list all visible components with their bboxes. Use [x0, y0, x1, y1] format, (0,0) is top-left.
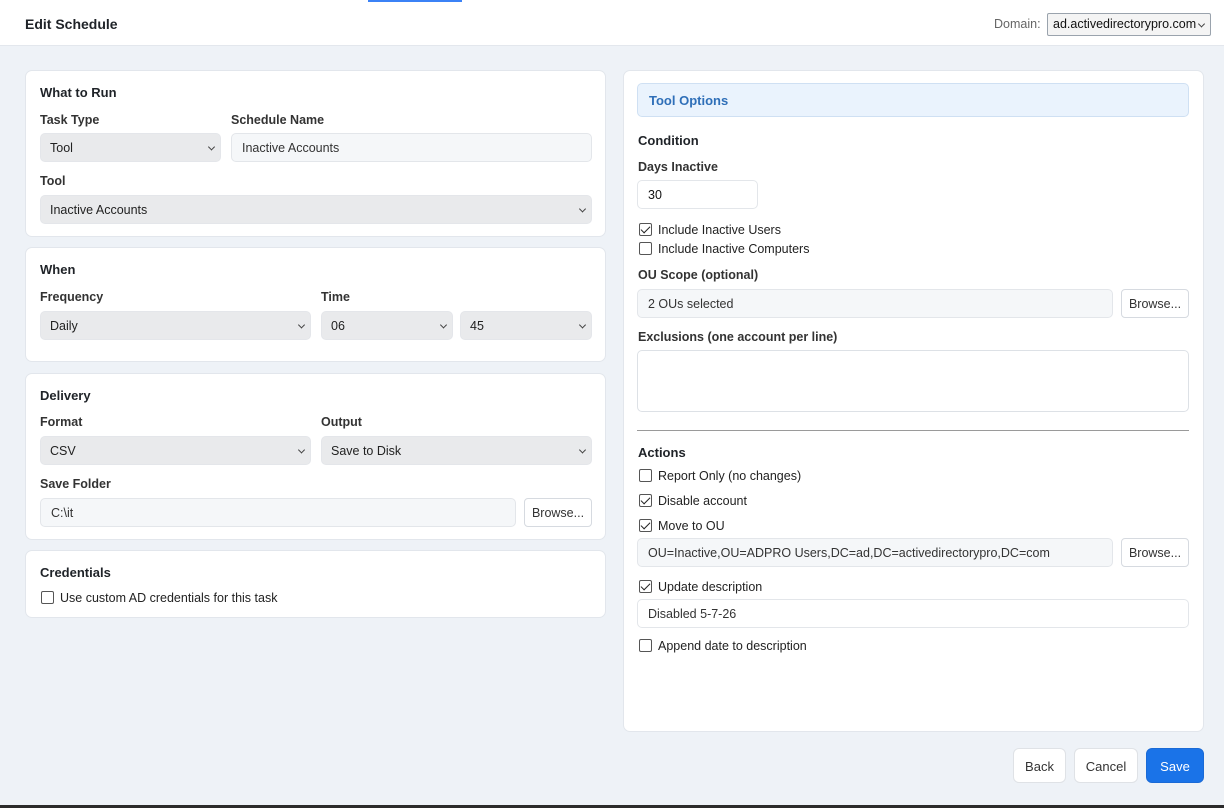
schedule-name-label: Schedule Name: [231, 113, 325, 127]
disable-account-checkbox[interactable]: [639, 494, 652, 507]
save-button[interactable]: Save: [1146, 748, 1204, 783]
include-users-checkbox[interactable]: [639, 223, 652, 236]
what-to-run-title: What to Run: [40, 85, 117, 100]
append-date-checkbox[interactable]: [639, 639, 652, 652]
chevron-down-icon: [578, 204, 587, 213]
format-select[interactable]: CSV: [40, 436, 311, 465]
domain-select-value: ad.activedirectorypro.com: [1053, 17, 1197, 31]
frequency-value: Daily: [50, 319, 78, 333]
include-computers-label: Include Inactive Computers: [658, 242, 810, 256]
move-to-ou-checkbox[interactable]: [639, 519, 652, 532]
format-label: Format: [40, 415, 83, 429]
custom-credentials-checkbox[interactable]: [41, 591, 54, 604]
chevron-down-icon: [1197, 19, 1206, 28]
append-date-label: Append date to description: [658, 639, 807, 653]
chevron-down-icon: [297, 320, 306, 329]
time-label: Time: [321, 290, 350, 304]
task-type-label: Task Type: [40, 113, 100, 127]
custom-credentials-label: Use custom AD credentials for this task: [60, 591, 278, 605]
frequency-label: Frequency: [40, 290, 104, 304]
task-type-value: Tool: [50, 141, 73, 155]
save-folder-browse-button[interactable]: Browse...: [524, 498, 592, 527]
output-select[interactable]: Save to Disk: [321, 436, 592, 465]
chevron-down-icon: [439, 320, 448, 329]
include-users-label: Include Inactive Users: [658, 223, 781, 237]
ou-scope-input[interactable]: 2 OUs selected: [637, 289, 1113, 318]
ou-scope-browse-button[interactable]: Browse...: [1121, 289, 1189, 318]
credentials-title: Credentials: [40, 565, 111, 580]
hour-select[interactable]: 06: [321, 311, 453, 340]
domain-select[interactable]: ad.activedirectorypro.com: [1047, 13, 1211, 36]
frequency-select[interactable]: Daily: [40, 311, 311, 340]
ou-scope-label: OU Scope (optional): [638, 268, 759, 282]
description-input[interactable]: Disabled 5-7-26: [637, 599, 1189, 628]
chevron-down-icon: [207, 142, 216, 151]
exclusions-textarea[interactable]: [637, 350, 1189, 412]
disable-account-label: Disable account: [658, 494, 747, 508]
format-value: CSV: [50, 444, 76, 458]
minute-select[interactable]: 45: [460, 311, 592, 340]
days-inactive-input[interactable]: 30: [637, 180, 758, 209]
actions-title: Actions: [638, 445, 686, 460]
active-tab-indicator: [368, 0, 462, 2]
move-to-ou-browse-button[interactable]: Browse...: [1121, 538, 1189, 567]
include-computers-checkbox[interactable]: [639, 242, 652, 255]
when-title: When: [40, 262, 76, 277]
chevron-down-icon: [578, 445, 587, 454]
move-to-ou-input[interactable]: OU=Inactive,OU=ADPRO Users,DC=ad,DC=acti…: [637, 538, 1113, 567]
days-inactive-label: Days Inactive: [638, 160, 718, 174]
section-divider: [637, 430, 1189, 431]
move-to-ou-label: Move to OU: [658, 519, 725, 533]
save-folder-label: Save Folder: [40, 477, 111, 491]
tool-select[interactable]: Inactive Accounts: [40, 195, 592, 224]
tool-label: Tool: [40, 174, 66, 188]
domain-label: Domain:: [994, 17, 1041, 31]
output-label: Output: [321, 415, 362, 429]
schedule-name-input[interactable]: Inactive Accounts: [231, 133, 592, 162]
top-bar: Edit Schedule Domain: ad.activedirectory…: [0, 0, 1224, 46]
report-only-checkbox[interactable]: [639, 469, 652, 482]
hour-value: 06: [331, 319, 345, 333]
tool-value: Inactive Accounts: [50, 203, 148, 217]
back-button[interactable]: Back: [1013, 748, 1066, 783]
exclusions-label: Exclusions (one account per line): [638, 330, 838, 344]
cancel-button[interactable]: Cancel: [1074, 748, 1138, 783]
tool-options-header: Tool Options: [637, 83, 1189, 117]
page-title: Edit Schedule: [25, 16, 118, 32]
delivery-title: Delivery: [40, 388, 91, 403]
chevron-down-icon: [297, 445, 306, 454]
update-description-label: Update description: [658, 580, 763, 594]
output-value: Save to Disk: [331, 444, 402, 458]
update-description-checkbox[interactable]: [639, 580, 652, 593]
minute-value: 45: [470, 319, 484, 333]
task-type-select[interactable]: Tool: [40, 133, 221, 162]
when-card: [25, 247, 606, 362]
chevron-down-icon: [578, 320, 587, 329]
credentials-card: [25, 550, 606, 618]
save-folder-input[interactable]: C:\it: [40, 498, 516, 527]
condition-title: Condition: [638, 133, 699, 148]
report-only-label: Report Only (no changes): [658, 469, 802, 483]
